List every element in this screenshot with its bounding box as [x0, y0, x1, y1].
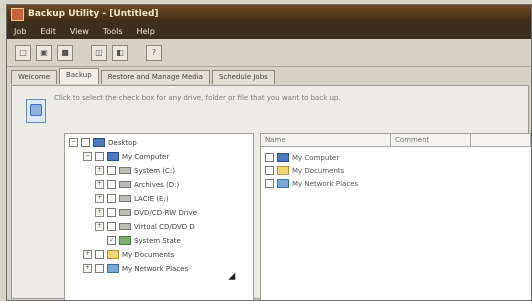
tab-strip: Welcome Backup Restore and Manage Media … [7, 67, 531, 84]
tree-checkbox[interactable] [107, 166, 116, 175]
restore-icon[interactable]: ◧ [112, 44, 128, 61]
tree-item-label: My Network Places [122, 264, 189, 273]
tab-welcome[interactable]: Welcome [11, 70, 58, 84]
toolbar: □ ▣ ■ ◫ ◧ ? [7, 39, 531, 67]
folder-tree: − Desktop − My Computer + System (C:) + [64, 133, 254, 300]
drive-icon [119, 181, 131, 188]
tree-item-lacie-e[interactable]: + LACIE (E:) [95, 193, 169, 204]
detail-header: Name Comment [261, 134, 531, 147]
tree-checkbox[interactable] [107, 194, 116, 203]
tree-item-label: System (C:) [134, 166, 176, 175]
drive-icon [119, 223, 131, 230]
tree-item-archives-d[interactable]: + Archives (D:) [95, 179, 179, 190]
tree-item-label: System State [134, 236, 181, 245]
detail-checkbox[interactable] [265, 166, 274, 175]
tree-checkbox[interactable] [107, 208, 116, 217]
title-bar: Backup Utility - [Untitled] [7, 5, 531, 23]
computer-icon [107, 152, 119, 161]
drive-icon [119, 195, 131, 202]
expand-icon[interactable]: + [83, 264, 92, 273]
menu-bar: Job Edit View Tools Help [7, 23, 531, 39]
tree-checkbox[interactable] [95, 264, 104, 273]
tab-backup[interactable]: Backup [59, 68, 99, 84]
tree-checkbox[interactable] [107, 180, 116, 189]
menu-help[interactable]: Help [130, 27, 162, 36]
collapse-icon[interactable]: − [69, 138, 78, 147]
detail-checkbox[interactable] [265, 153, 274, 162]
expand-icon[interactable]: + [95, 222, 104, 231]
tree-item-system-state[interactable]: ✓ System State [95, 235, 181, 246]
expand-icon[interactable]: + [95, 194, 104, 203]
detail-list: Name Comment My Computer My Documents My… [260, 133, 531, 300]
computer-icon [277, 153, 289, 162]
tab-schedule-jobs[interactable]: Schedule Jobs [211, 70, 275, 84]
backup-icon[interactable]: ◫ [91, 44, 107, 61]
network-icon [277, 179, 289, 188]
tree-item-label: My Documents [122, 250, 175, 259]
tree-item-my-computer[interactable]: − My Computer [83, 151, 169, 162]
expand-icon[interactable]: + [95, 208, 104, 217]
tree-item-label: LACIE (E:) [134, 194, 169, 203]
tree-checkbox[interactable] [81, 138, 90, 147]
detail-row-label: My Documents [292, 166, 345, 175]
collapse-icon[interactable]: − [83, 152, 92, 161]
tree-item-my-network-places[interactable]: + My Network Places [83, 263, 188, 274]
tree-item-system-c[interactable]: + System (C:) [95, 165, 175, 176]
backup-tab-panel: Click to select the check box for any dr… [11, 85, 531, 300]
menu-edit[interactable]: Edit [33, 27, 63, 36]
help-icon[interactable]: ? [146, 44, 162, 61]
tree-item-label: Archives (D:) [134, 180, 180, 189]
tree-checkbox[interactable] [95, 250, 104, 259]
column-comment[interactable]: Comment [391, 134, 471, 146]
drive-icon [119, 167, 131, 174]
detail-row[interactable]: My Network Places [265, 178, 358, 189]
tree-item-label: My Computer [122, 152, 170, 161]
detail-checkbox[interactable] [265, 179, 274, 188]
desktop-icon [93, 138, 105, 147]
tree-checkbox[interactable] [107, 222, 116, 231]
detail-row-label: My Computer [292, 153, 340, 162]
column-empty [471, 134, 531, 146]
expand-icon[interactable]: + [83, 250, 92, 259]
tree-item-virtual-cd-dvd[interactable]: + Virtual CD/DVD D [95, 221, 195, 232]
tree-item-label: Desktop [108, 138, 137, 147]
backup-selection-icon [26, 99, 46, 123]
new-icon[interactable]: □ [15, 44, 31, 61]
detail-row-label: My Network Places [292, 179, 359, 188]
tree-item-my-documents[interactable]: + My Documents [83, 249, 174, 260]
drive-icon [119, 209, 131, 216]
menu-view[interactable]: View [63, 27, 96, 36]
tree-item-label: DVD/CD-RW Drive [134, 208, 197, 217]
tree-checkbox-checked[interactable]: ✓ [107, 236, 116, 245]
save-icon[interactable]: ■ [57, 44, 73, 61]
app-icon [11, 7, 24, 21]
backup-utility-window: Backup Utility - [Untitled] Job Edit Vie… [6, 4, 532, 301]
tree-item-label: Virtual CD/DVD D [134, 222, 195, 231]
menu-job[interactable]: Job [7, 27, 33, 36]
expand-icon[interactable]: + [95, 180, 104, 189]
expand-icon[interactable]: + [95, 166, 104, 175]
tree-checkbox[interactable] [95, 152, 104, 161]
tab-restore-manage-media[interactable]: Restore and Manage Media [100, 70, 210, 84]
folder-icon [277, 166, 289, 175]
column-name[interactable]: Name [261, 134, 391, 146]
network-icon [107, 264, 119, 273]
window-title: Backup Utility - [Untitled] [28, 9, 159, 19]
instruction-text: Click to select the check box for any dr… [54, 94, 341, 102]
system-state-icon [119, 236, 131, 245]
folder-icon [107, 250, 119, 259]
detail-row[interactable]: My Computer [265, 152, 339, 163]
detail-row[interactable]: My Documents [265, 165, 344, 176]
tree-item-desktop[interactable]: − Desktop [69, 137, 137, 148]
menu-tools[interactable]: Tools [96, 27, 130, 36]
tree-item-dvd-cd-rw-drive[interactable]: + DVD/CD-RW Drive [95, 207, 197, 218]
open-icon[interactable]: ▣ [36, 44, 52, 61]
